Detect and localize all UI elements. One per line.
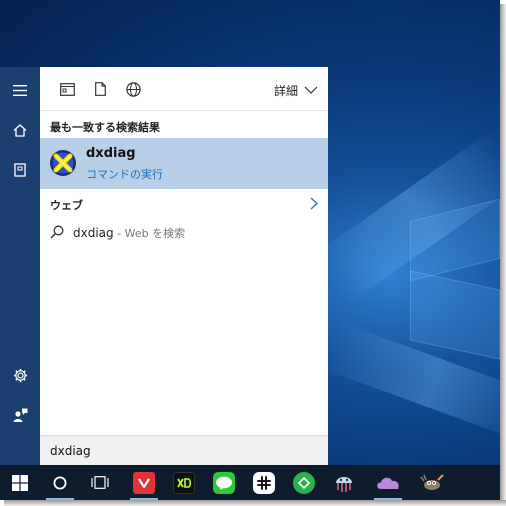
frame-shadow — [4, 500, 506, 506]
best-match-result[interactable]: dxdiag コマンドの実行 — [40, 138, 328, 189]
globe-icon — [125, 81, 141, 97]
documents-filter-button[interactable] — [89, 78, 111, 100]
directx-icon — [50, 150, 76, 176]
chevron-down-icon — [304, 86, 318, 94]
line-icon — [213, 471, 235, 494]
filters-label: 詳細 — [273, 83, 298, 98]
web-section-header[interactable]: ウェブ — [40, 191, 328, 217]
web-section-label: ウェブ — [50, 199, 83, 212]
xd-app[interactable] — [164, 465, 204, 500]
onedrive-app[interactable] — [368, 465, 408, 500]
jellyfish-icon — [336, 476, 352, 492]
jellyfish-app[interactable] — [324, 465, 364, 500]
best-match-header: 最も一致する検索結果 — [50, 121, 160, 134]
settings-button[interactable] — [0, 355, 40, 395]
search-input[interactable] — [40, 436, 328, 465]
hamburger-icon — [13, 84, 27, 96]
best-match-title: dxdiag — [86, 146, 136, 161]
cortana-circle-icon — [53, 476, 67, 489]
apps-filter-button[interactable] — [56, 78, 78, 100]
vivaldi-icon — [133, 471, 155, 494]
frame-shadow — [500, 4, 506, 506]
gimp-app[interactable] — [412, 465, 452, 500]
notebook-button[interactable] — [0, 150, 40, 190]
slack-icon — [253, 471, 275, 494]
start-button[interactable] — [0, 465, 40, 500]
gear-icon — [13, 368, 27, 382]
feedly-icon — [293, 471, 315, 494]
search-box — [40, 435, 328, 465]
feedback-person-icon — [13, 408, 27, 422]
wallpaper-window-pane — [410, 270, 500, 360]
chevron-right-icon — [310, 197, 318, 210]
notebook-icon — [14, 163, 26, 177]
web-filter-button[interactable] — [122, 78, 144, 100]
search-results-panel: 詳細 最も一致する検索結果 dxdiag コマンドの実行 ウェブ dxdiag … — [40, 67, 328, 465]
hamburger-menu-button[interactable] — [0, 70, 40, 110]
line-app[interactable] — [204, 465, 244, 500]
home-icon — [13, 123, 27, 137]
web-result-term: dxdiag — [73, 226, 114, 240]
home-button[interactable] — [0, 110, 40, 150]
feedback-button[interactable] — [0, 395, 40, 435]
xd-icon — [173, 471, 195, 494]
best-match-subtitle: コマンドの実行 — [86, 168, 163, 181]
windows-logo-icon — [12, 474, 28, 491]
task-view-icon — [91, 476, 109, 489]
feedly-app[interactable] — [284, 465, 324, 500]
web-result-query: dxdiag - Web を検索 — [73, 225, 185, 241]
cortana-search-button[interactable] — [40, 465, 80, 500]
search-filter-toolbar: 詳細 — [40, 67, 328, 111]
start-menu-rail — [0, 67, 40, 465]
search-icon — [50, 225, 64, 239]
slack-app[interactable] — [244, 465, 284, 500]
app-window-icon — [59, 82, 75, 96]
document-icon — [94, 82, 106, 96]
vivaldi-app[interactable] — [124, 465, 164, 500]
task-view-button[interactable] — [80, 465, 120, 500]
gimp-icon — [420, 473, 444, 490]
desktop-wallpaper: 詳細 最も一致する検索結果 dxdiag コマンドの実行 ウェブ dxdiag … — [0, 0, 500, 500]
web-result-suffix: - Web を検索 — [113, 227, 186, 240]
filters-dropdown[interactable]: 詳細 — [274, 80, 318, 100]
taskbar — [0, 465, 500, 500]
web-search-result[interactable]: dxdiag - Web を検索 — [40, 219, 328, 245]
cloud-icon — [377, 477, 399, 489]
